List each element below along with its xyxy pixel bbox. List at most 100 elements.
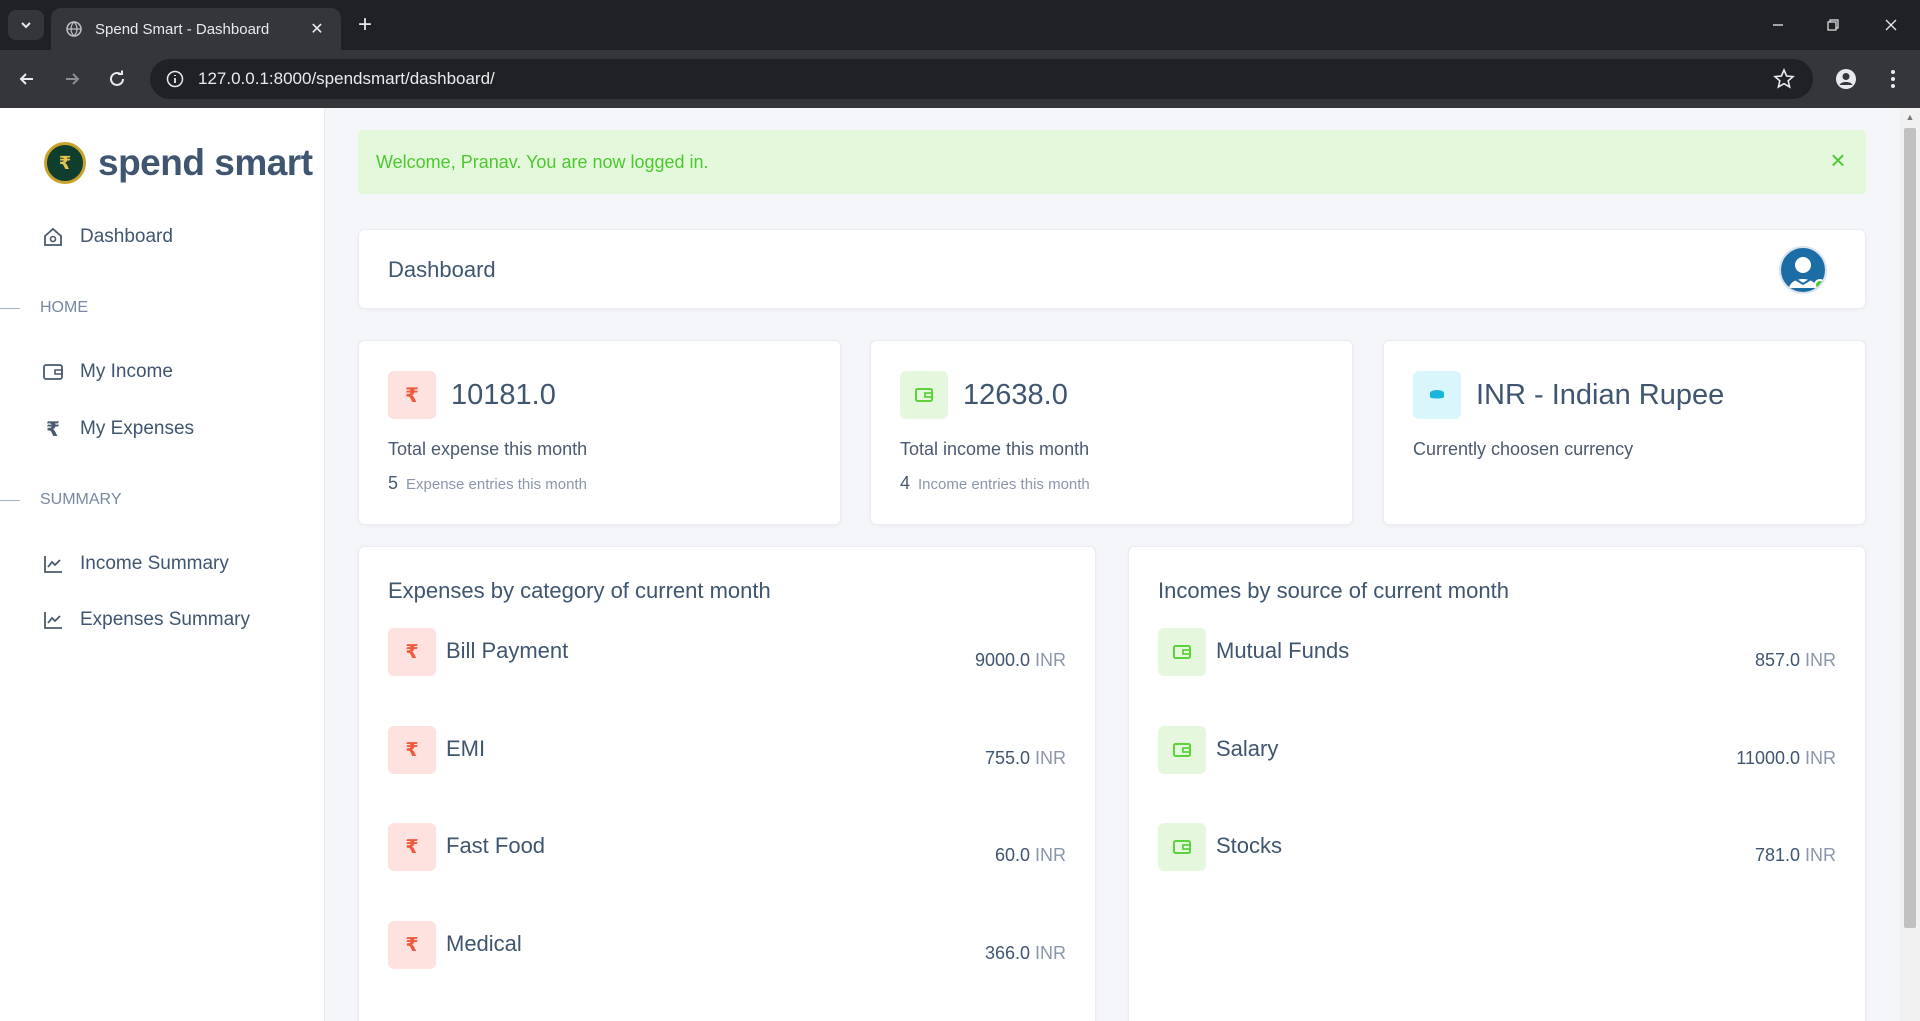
- wallet-icon: [1158, 823, 1206, 871]
- sidebar-item-expenses-summary[interactable]: Expenses Summary: [40, 605, 250, 635]
- card-title: Incomes by source of current month: [1158, 578, 1509, 603]
- currency-value: INR - Indian Rupee: [1476, 379, 1725, 411]
- page-viewport: ₹ spend smart Dashboard HOME My Income ₹…: [0, 108, 1920, 1021]
- total-income-label: Total income this month: [900, 439, 1090, 459]
- amount-value: 60.0: [994, 845, 1030, 865]
- browser-menu-button[interactable]: [1876, 62, 1910, 96]
- category-name: EMI: [446, 736, 486, 761]
- restore-button[interactable]: [1813, 10, 1853, 40]
- sidebar-item-my-income[interactable]: My Income: [40, 357, 173, 387]
- minimize-button[interactable]: [1758, 10, 1798, 40]
- sidebar-item-label: Expenses Summary: [80, 609, 251, 630]
- browser-toolbar: 127.0.0.1:8000/spendsmart/dashboard/: [0, 50, 1920, 108]
- total-expense-label: Total expense this month: [388, 439, 588, 459]
- wallet-icon: [40, 359, 66, 385]
- currency-stat-card: INR - Indian Rupee Currently choosen cur…: [1383, 340, 1866, 525]
- scroll-up-arrow-icon[interactable]: ▲: [1905, 112, 1915, 122]
- currency-label: Currently choosen currency: [1413, 439, 1634, 459]
- total-income-value: 12638.0: [963, 379, 1068, 411]
- sidebar-section-home: HOME: [0, 298, 88, 318]
- rupee-logo-icon: ₹: [44, 142, 86, 184]
- list-item: ₹ Medical 366.0 INR: [388, 921, 1066, 969]
- reload-icon: [110, 70, 124, 86]
- category-amount: 60.0 INR: [995, 845, 1066, 866]
- chart-line-icon: [40, 551, 66, 577]
- online-status-indicator: [1814, 279, 1825, 291]
- new-tab-button[interactable]: +: [352, 11, 378, 38]
- currency-code: INR: [1805, 748, 1836, 768]
- income-entries-label: Income entries this month: [918, 476, 1090, 493]
- section-label: SUMMARY: [40, 491, 122, 508]
- source-name: Stocks: [1216, 833, 1283, 858]
- amount-value: 781.0: [1754, 845, 1800, 865]
- amount-value: 755.0: [984, 748, 1030, 768]
- minimize-icon: [1773, 24, 1783, 26]
- home-icon: [40, 224, 66, 250]
- back-button[interactable]: [10, 62, 44, 96]
- scrollbar-thumb[interactable]: [1904, 128, 1916, 928]
- page-scrollbar[interactable]: ▲: [1900, 108, 1920, 1021]
- browser-tab-strip: Spend Smart - Dashboard ✕ +: [0, 0, 1920, 50]
- expenses-by-category-card: Expenses by category of current month ₹ …: [358, 546, 1096, 1021]
- browser-tab[interactable]: Spend Smart - Dashboard ✕: [51, 8, 341, 50]
- close-icon: [1885, 19, 1897, 31]
- sidebar-item-label: Dashboard: [80, 226, 173, 247]
- currency-code: INR: [1805, 845, 1836, 865]
- category-name: Medical: [446, 931, 522, 956]
- forward-button[interactable]: [55, 62, 89, 96]
- currency-code: INR: [1035, 845, 1066, 865]
- sidebar-item-my-expenses[interactable]: ₹ My Expenses: [40, 414, 194, 444]
- sidebar-item-dashboard[interactable]: Dashboard: [40, 222, 173, 252]
- more-vert-icon: [1891, 70, 1895, 88]
- sidebar-item-label: My Expenses: [80, 418, 195, 439]
- reload-button[interactable]: [100, 62, 134, 96]
- amount-value: 366.0: [984, 943, 1030, 963]
- list-item: ₹ EMI 755.0 INR: [388, 726, 1066, 774]
- category-amount: 755.0 INR: [985, 748, 1066, 769]
- wallet-icon: [900, 371, 948, 419]
- tab-close-icon[interactable]: ✕: [307, 19, 327, 39]
- currency-code: INR: [1035, 943, 1066, 963]
- source-amount: 857.0 INR: [1755, 650, 1836, 671]
- card-title: Expenses by category of current month: [388, 578, 771, 603]
- rupee-icon: ₹: [388, 371, 436, 419]
- coins-icon: [1413, 371, 1461, 419]
- alert-message: Welcome, Pranav. You are now logged in.: [376, 151, 709, 172]
- address-bar[interactable]: 127.0.0.1:8000/spendsmart/dashboard/: [150, 59, 1813, 99]
- chart-line-icon: [40, 607, 66, 633]
- tab-search-button[interactable]: [8, 10, 44, 40]
- bookmark-star-icon[interactable]: [1773, 67, 1795, 90]
- page-header-card: Dashboard: [358, 229, 1866, 309]
- currency-code: INR: [1805, 650, 1836, 670]
- rupee-icon: ₹: [388, 823, 436, 871]
- sidebar-section-summary: SUMMARY: [0, 490, 122, 510]
- close-window-button[interactable]: [1871, 10, 1911, 40]
- rupee-icon: ₹: [46, 418, 60, 441]
- arrow-right-icon: [66, 73, 80, 85]
- category-name: Fast Food: [446, 833, 546, 858]
- category-name: Bill Payment: [446, 638, 569, 663]
- sidebar-item-income-summary[interactable]: Income Summary: [40, 549, 229, 579]
- alert-close-icon[interactable]: ×: [1826, 145, 1850, 175]
- brand-name: spend smart: [98, 142, 313, 183]
- sidebar-item-label: My Income: [80, 361, 173, 382]
- rupee-icon: ₹: [388, 726, 436, 774]
- list-item: ₹ Fast Food 60.0 INR: [388, 823, 1066, 871]
- source-name: Mutual Funds: [1216, 638, 1350, 663]
- globe-icon: [65, 20, 83, 38]
- page-title: Dashboard: [388, 257, 496, 282]
- arrow-left-icon: [19, 73, 33, 85]
- welcome-alert: Welcome, Pranav. You are now logged in. …: [358, 130, 1866, 194]
- wallet-icon: [1158, 726, 1206, 774]
- currency-code: INR: [1035, 650, 1066, 670]
- profile-button[interactable]: [1829, 62, 1863, 96]
- brand[interactable]: ₹ spend smart: [44, 142, 313, 184]
- list-item: Salary 11000.0 INR: [1158, 726, 1836, 774]
- sidebar: ₹ spend smart Dashboard HOME My Income ₹…: [0, 108, 325, 1021]
- source-name: Salary: [1216, 736, 1279, 761]
- amount-value: 9000.0: [974, 650, 1030, 670]
- profile-icon: [1836, 69, 1856, 89]
- url-text[interactable]: 127.0.0.1:8000/spendsmart/dashboard/: [198, 69, 495, 89]
- site-info-icon[interactable]: [164, 68, 186, 90]
- user-avatar[interactable]: [1779, 246, 1827, 294]
